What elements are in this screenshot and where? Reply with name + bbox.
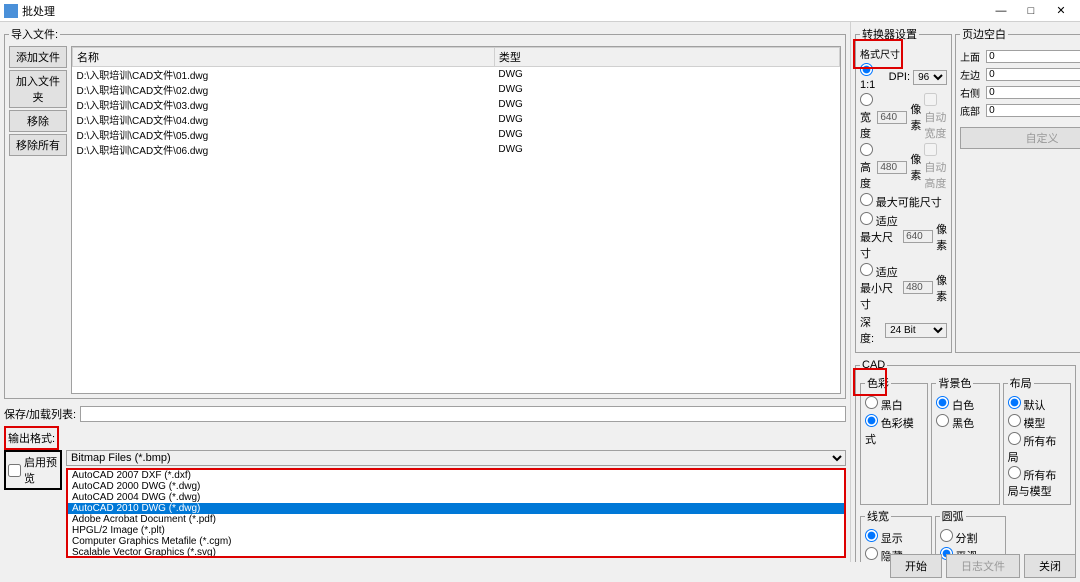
color-mode-radio[interactable]: 色彩模式 [865,414,923,447]
remove-button[interactable]: 移除 [9,110,67,132]
format-option[interactable]: AutoCAD 2007 DXF (*.dxf) [68,470,844,481]
output-format-label: 输出格式: [8,433,55,445]
layout-mode-group: 布局 默认 模型 所有布局 所有布局与模型 [1003,375,1071,505]
col-name[interactable]: 名称 [73,48,495,67]
table-row[interactable]: D:\入职培训\CAD文件\06.dwgDWG [73,142,840,157]
minimize-button[interactable]: — [986,1,1016,21]
import-files-group: 导入文件: 添加文件 加入文件夹 移除 移除所有 名称 类型 D:\入职培训\C… [4,26,846,399]
table-row[interactable]: D:\入职培训\CAD文件\04.dwgDWG [73,112,840,127]
table-row[interactable]: D:\入职培训\CAD文件\05.dwgDWG [73,127,840,142]
margin-bottom-input[interactable] [986,104,1080,117]
bw-radio[interactable]: 黑白 [865,396,923,413]
cad-group: CAD 色彩 黑白 色彩模式 背景色 白色 黑色 布局 默认 模型 [855,359,1076,562]
add-file-button[interactable]: 添加文件 [9,46,67,68]
depth-select[interactable]: 24 Bit [885,323,947,338]
format-option[interactable]: Scalable Vector Graphics (*.svg) [68,547,844,558]
format-option[interactable]: AutoCAD 2000 DWG (*.dwg) [68,481,844,492]
close-dialog-button[interactable]: 关闭 [1024,554,1076,578]
dpi-select[interactable]: 96 [913,70,947,85]
log-button[interactable]: 日志文件 [946,554,1020,578]
save-list-label: 保存/加载列表: [4,406,76,422]
margin-right-input[interactable] [986,86,1080,99]
enable-preview-checkbox[interactable]: 启用预览 [4,450,62,490]
format-list[interactable]: AutoCAD 2007 DXF (*.dxf)AutoCAD 2000 DWG… [66,468,846,558]
width-radio[interactable]: 宽度 [860,93,874,141]
height-radio[interactable]: 高度 [860,143,874,191]
margins-group: 页边空白 上面 左边 右侧 底部 自定义 [955,26,1080,353]
height-input[interactable] [877,161,907,174]
table-row[interactable]: D:\入职培训\CAD文件\02.dwgDWG [73,82,840,97]
window-title: 批处理 [22,3,986,19]
format-option[interactable]: Computer Graphics Metafile (*.cgm) [68,536,844,547]
converter-legend: 转换器设置 [860,26,919,42]
bg-white-radio[interactable]: 白色 [936,396,994,413]
color-group: 色彩 黑白 色彩模式 [860,375,928,505]
size-legend: 格式尺寸 [860,46,947,61]
bg-black-radio[interactable]: 黑色 [936,414,994,431]
format-option[interactable]: AutoCAD 2010 DWG (*.dwg) [68,503,844,514]
import-legend: 导入文件: [9,26,60,42]
titlebar: 批处理 — □ ✕ [0,0,1080,22]
format-option[interactable]: AutoCAD 2004 DWG (*.dwg) [68,492,844,503]
app-icon [4,4,18,18]
fit-min-radio[interactable]: 适应最小尺寸 [860,263,900,312]
table-row[interactable]: D:\入职培训\CAD文件\01.dwgDWG [73,67,840,83]
bg-group: 背景色 白色 黑色 [931,375,999,505]
format-option[interactable]: Adobe Acrobat Document (*.pdf) [68,514,844,525]
bottom-bar: 开始 日志文件 关闭 [886,550,1080,582]
margin-top-input[interactable] [986,50,1080,63]
col-type[interactable]: 类型 [494,48,839,67]
margin-left-input[interactable] [986,68,1080,81]
fit-max-radio[interactable]: 适应最大尺寸 [860,212,900,261]
converter-settings-group: 转换器设置 格式尺寸 1:1 DPI: 96 宽度 像素 自动宽度 高度 像素 … [855,26,952,353]
file-table[interactable]: 名称 类型 D:\入职培训\CAD文件\01.dwgDWGD:\入职培训\CAD… [71,46,841,394]
width-input[interactable] [877,111,907,124]
format-option[interactable]: HPGL/2 Image (*.plt) [68,525,844,536]
maximize-button[interactable]: □ [1016,1,1046,21]
save-list-input[interactable] [80,406,846,422]
table-row[interactable]: D:\入职培训\CAD文件\03.dwgDWG [73,97,840,112]
remove-all-button[interactable]: 移除所有 [9,134,67,156]
start-button[interactable]: 开始 [890,554,942,578]
max-possible-radio[interactable]: 最大可能尺寸 [860,193,942,210]
close-button[interactable]: ✕ [1046,1,1076,21]
add-folder-button[interactable]: 加入文件夹 [9,70,67,108]
output-format-select[interactable]: Bitmap Files (*.bmp) [66,450,846,466]
one-to-one-radio[interactable]: 1:1 [860,63,886,91]
redefine-button[interactable]: 自定义 [960,127,1080,149]
